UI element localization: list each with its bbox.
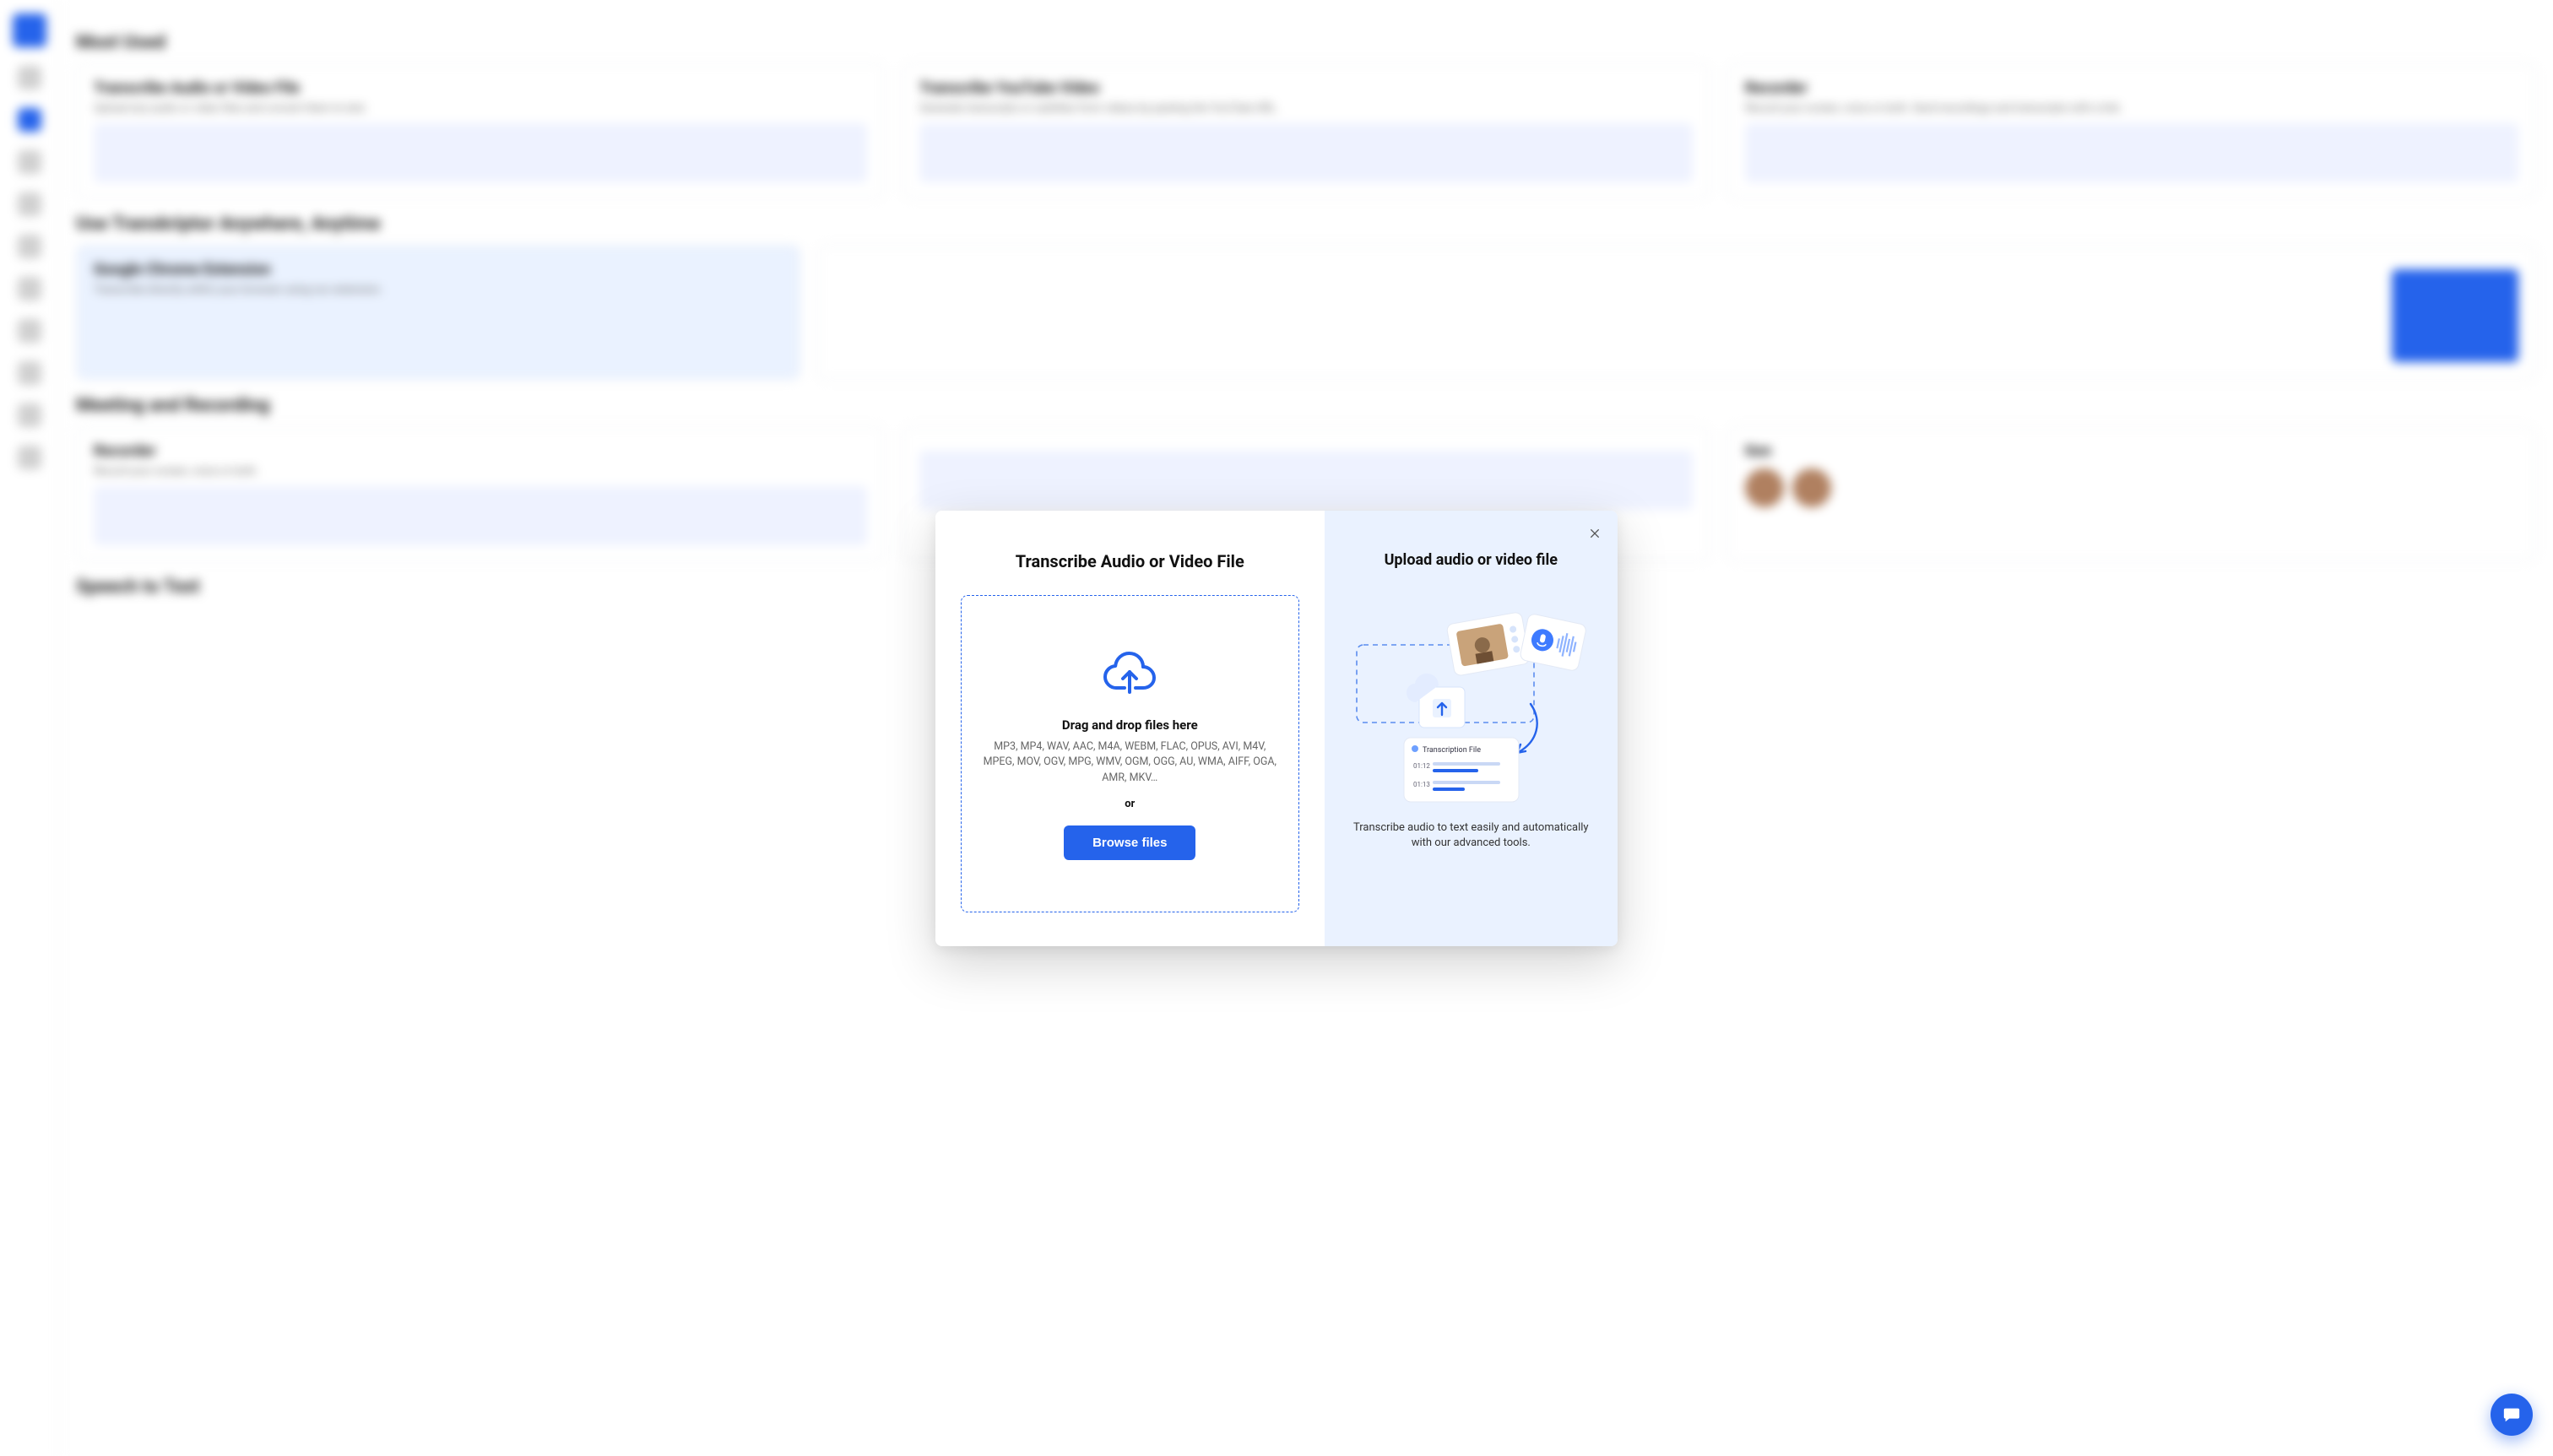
upload-modal: Transcribe Audio or Video File Drag and … [935,511,1618,946]
dropzone[interactable]: Drag and drop files here MP3, MP4, WAV, … [961,595,1299,912]
drop-title: Drag and drop files here [1062,717,1198,733]
chat-icon [2502,1405,2521,1424]
cloud-upload-icon [1103,647,1157,696]
modal-right-panel: Upload audio or video file [1325,511,1618,946]
svg-text:01:12: 01:12 [1413,762,1430,770]
drop-formats: MP3, MP4, WAV, AAC, M4A, WEBM, FLAC, OPU… [982,739,1278,785]
svg-text:Transcription File: Transcription File [1423,746,1481,755]
modal-title: Transcribe Audio or Video File [1016,551,1244,571]
chat-fab[interactable] [2491,1394,2533,1436]
close-button[interactable] [1584,522,1606,544]
svg-text:01:13: 01:13 [1413,781,1430,788]
modal-overlay: Transcribe Audio or Video File Drag and … [0,0,2553,1456]
drop-or: or [1125,798,1135,810]
close-icon [1588,527,1602,540]
browse-files-button[interactable]: Browse files [1064,825,1195,860]
right-description: Transcribe audio to text easily and auto… [1347,820,1596,852]
upload-illustration: Transcription File 01:12 01:13 [1348,594,1593,805]
right-title: Upload audio or video file [1385,551,1558,569]
modal-left-panel: Transcribe Audio or Video File Drag and … [935,511,1325,946]
